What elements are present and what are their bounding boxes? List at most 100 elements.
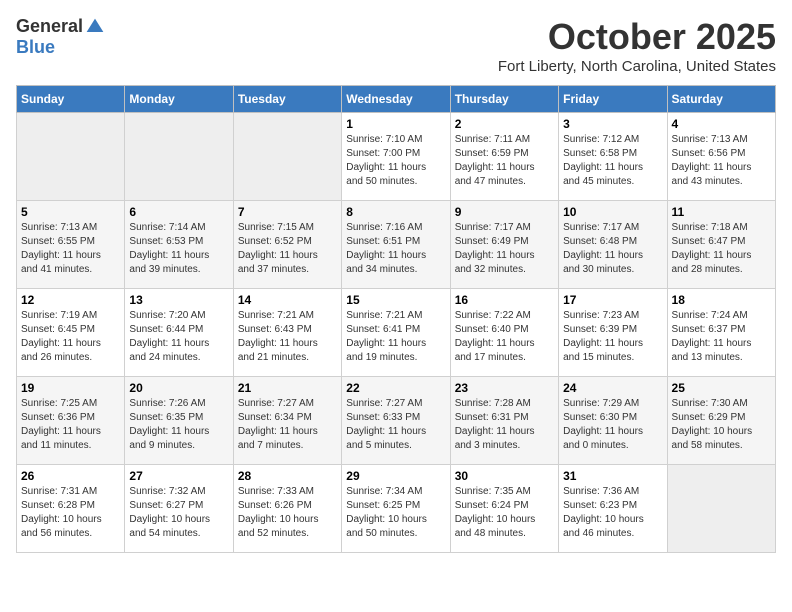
- day-info: Sunrise: 7:19 AM Sunset: 6:45 PM Dayligh…: [21, 309, 120, 365]
- day-number: 21: [238, 381, 337, 395]
- day-number: 10: [563, 205, 662, 219]
- day-info: Sunrise: 7:23 AM Sunset: 6:39 PM Dayligh…: [563, 309, 662, 365]
- calendar-cell: 6 Sunrise: 7:14 AM Sunset: 6:53 PM Daylig…: [125, 201, 233, 289]
- calendar-cell: 25 Sunrise: 7:30 AM Sunset: 6:29 PM Dayli…: [667, 377, 775, 465]
- calendar-week-row: 12 Sunrise: 7:19 AM Sunset: 6:45 PM Dayli…: [17, 289, 776, 377]
- day-info: Sunrise: 7:15 AM Sunset: 6:52 PM Dayligh…: [238, 221, 337, 277]
- day-number: 19: [21, 381, 120, 395]
- day-number: 11: [672, 205, 771, 219]
- day-info: Sunrise: 7:25 AM Sunset: 6:36 PM Dayligh…: [21, 397, 120, 453]
- calendar-cell: 16 Sunrise: 7:22 AM Sunset: 6:40 PM Dayli…: [450, 289, 558, 377]
- day-number: 1: [346, 117, 445, 131]
- day-number: 28: [238, 469, 337, 483]
- day-info: Sunrise: 7:21 AM Sunset: 6:43 PM Dayligh…: [238, 309, 337, 365]
- calendar-cell: 15 Sunrise: 7:21 AM Sunset: 6:41 PM Dayli…: [342, 289, 450, 377]
- day-info: Sunrise: 7:14 AM Sunset: 6:53 PM Dayligh…: [129, 221, 228, 277]
- calendar-cell: 18Sunrise: 7:24 AM Sunset: 6:37 PM Dayli…: [667, 289, 775, 377]
- calendar-cell: [233, 113, 341, 201]
- day-header-monday: Monday: [125, 86, 233, 113]
- calendar-cell: 27 Sunrise: 7:32 AM Sunset: 6:27 PM Dayli…: [125, 465, 233, 553]
- day-info: Sunrise: 7:32 AM Sunset: 6:27 PM Dayligh…: [129, 485, 228, 541]
- title-block: October 2025 Fort Liberty, North Carolin…: [498, 16, 776, 75]
- calendar-cell: 23Sunrise: 7:28 AM Sunset: 6:31 PM Dayli…: [450, 377, 558, 465]
- calendar-week-row: 5 Sunrise: 7:13 AM Sunset: 6:55 PM Daylig…: [17, 201, 776, 289]
- calendar-cell: 4Sunrise: 7:13 AM Sunset: 6:56 PM Daylig…: [667, 113, 775, 201]
- day-header-sunday: Sunday: [17, 86, 125, 113]
- day-info: Sunrise: 7:17 AM Sunset: 6:49 PM Dayligh…: [455, 221, 554, 277]
- day-number: 24: [563, 381, 662, 395]
- day-info: Sunrise: 7:17 AM Sunset: 6:48 PM Dayligh…: [563, 221, 662, 277]
- day-number: 2: [455, 117, 554, 131]
- day-info: Sunrise: 7:10 AM Sunset: 7:00 PM Dayligh…: [346, 133, 445, 189]
- day-number: 16: [455, 293, 554, 307]
- day-header-friday: Friday: [559, 86, 667, 113]
- day-header-thursday: Thursday: [450, 86, 558, 113]
- calendar-cell: 7 Sunrise: 7:15 AM Sunset: 6:52 PM Daylig…: [233, 201, 341, 289]
- day-info: Sunrise: 7:21 AM Sunset: 6:41 PM Dayligh…: [346, 309, 445, 365]
- calendar-week-row: 26 Sunrise: 7:31 AM Sunset: 6:28 PM Dayli…: [17, 465, 776, 553]
- day-info: Sunrise: 7:27 AM Sunset: 6:33 PM Dayligh…: [346, 397, 445, 453]
- day-number: 26: [21, 469, 120, 483]
- day-number: 15: [346, 293, 445, 307]
- day-number: 27: [129, 469, 228, 483]
- day-info: Sunrise: 7:34 AM Sunset: 6:25 PM Dayligh…: [346, 485, 445, 541]
- calendar-cell: 28 Sunrise: 7:33 AM Sunset: 6:26 PM Dayli…: [233, 465, 341, 553]
- day-info: Sunrise: 7:22 AM Sunset: 6:40 PM Dayligh…: [455, 309, 554, 365]
- day-number: 20: [129, 381, 228, 395]
- day-info: Sunrise: 7:31 AM Sunset: 6:28 PM Dayligh…: [21, 485, 120, 541]
- calendar-header-row: SundayMondayTuesdayWednesdayThursdayFrid…: [17, 86, 776, 113]
- calendar-cell: 20Sunrise: 7:26 AM Sunset: 6:35 PM Dayli…: [125, 377, 233, 465]
- calendar-cell: 1 Sunrise: 7:10 AM Sunset: 7:00 PM Daylig…: [342, 113, 450, 201]
- calendar-cell: 21 Sunrise: 7:27 AM Sunset: 6:34 PM Dayli…: [233, 377, 341, 465]
- day-number: 14: [238, 293, 337, 307]
- day-number: 29: [346, 469, 445, 483]
- day-info: Sunrise: 7:13 AM Sunset: 6:55 PM Dayligh…: [21, 221, 120, 277]
- location-subtitle: Fort Liberty, North Carolina, United Sta…: [498, 58, 776, 75]
- day-info: Sunrise: 7:30 AM Sunset: 6:29 PM Dayligh…: [672, 397, 771, 453]
- day-number: 6: [129, 205, 228, 219]
- day-number: 17: [563, 293, 662, 307]
- day-info: Sunrise: 7:35 AM Sunset: 6:24 PM Dayligh…: [455, 485, 554, 541]
- calendar-cell: 3Sunrise: 7:12 AM Sunset: 6:58 PM Daylig…: [559, 113, 667, 201]
- day-number: 12: [21, 293, 120, 307]
- calendar-cell: 19 Sunrise: 7:25 AM Sunset: 6:36 PM Dayli…: [17, 377, 125, 465]
- day-info: Sunrise: 7:11 AM Sunset: 6:59 PM Dayligh…: [455, 133, 554, 189]
- calendar-table: SundayMondayTuesdayWednesdayThursdayFrid…: [16, 85, 776, 553]
- day-header-wednesday: Wednesday: [342, 86, 450, 113]
- day-info: Sunrise: 7:16 AM Sunset: 6:51 PM Dayligh…: [346, 221, 445, 277]
- calendar-cell: 5 Sunrise: 7:13 AM Sunset: 6:55 PM Daylig…: [17, 201, 125, 289]
- day-info: Sunrise: 7:12 AM Sunset: 6:58 PM Dayligh…: [563, 133, 662, 189]
- day-number: 8: [346, 205, 445, 219]
- calendar-cell: 12 Sunrise: 7:19 AM Sunset: 6:45 PM Dayli…: [17, 289, 125, 377]
- day-info: Sunrise: 7:27 AM Sunset: 6:34 PM Dayligh…: [238, 397, 337, 453]
- day-number: 13: [129, 293, 228, 307]
- day-header-saturday: Saturday: [667, 86, 775, 113]
- calendar-cell: 2 Sunrise: 7:11 AM Sunset: 6:59 PM Daylig…: [450, 113, 558, 201]
- day-number: 25: [672, 381, 771, 395]
- calendar-week-row: 19 Sunrise: 7:25 AM Sunset: 6:36 PM Dayli…: [17, 377, 776, 465]
- calendar-cell: 30 Sunrise: 7:35 AM Sunset: 6:24 PM Dayli…: [450, 465, 558, 553]
- calendar-cell: 29 Sunrise: 7:34 AM Sunset: 6:25 PM Dayli…: [342, 465, 450, 553]
- calendar-cell: [667, 465, 775, 553]
- day-number: 9: [455, 205, 554, 219]
- day-number: 5: [21, 205, 120, 219]
- day-number: 30: [455, 469, 554, 483]
- logo-icon: [85, 17, 105, 37]
- day-number: 4: [672, 117, 771, 131]
- calendar-week-row: 1 Sunrise: 7:10 AM Sunset: 7:00 PM Daylig…: [17, 113, 776, 201]
- calendar-cell: [125, 113, 233, 201]
- day-number: 22: [346, 381, 445, 395]
- calendar-cell: 13Sunrise: 7:20 AM Sunset: 6:44 PM Dayli…: [125, 289, 233, 377]
- logo: General Blue: [16, 16, 105, 58]
- day-info: Sunrise: 7:28 AM Sunset: 6:31 PM Dayligh…: [455, 397, 554, 453]
- day-info: Sunrise: 7:36 AM Sunset: 6:23 PM Dayligh…: [563, 485, 662, 541]
- calendar-cell: 26 Sunrise: 7:31 AM Sunset: 6:28 PM Dayli…: [17, 465, 125, 553]
- day-number: 7: [238, 205, 337, 219]
- day-number: 31: [563, 469, 662, 483]
- day-info: Sunrise: 7:33 AM Sunset: 6:26 PM Dayligh…: [238, 485, 337, 541]
- logo-general-text: General: [16, 16, 83, 37]
- calendar-cell: 31 Sunrise: 7:36 AM Sunset: 6:23 PM Dayli…: [559, 465, 667, 553]
- calendar-cell: 9 Sunrise: 7:17 AM Sunset: 6:49 PM Daylig…: [450, 201, 558, 289]
- calendar-cell: 11Sunrise: 7:18 AM Sunset: 6:47 PM Dayli…: [667, 201, 775, 289]
- calendar-cell: 17 Sunrise: 7:23 AM Sunset: 6:39 PM Dayli…: [559, 289, 667, 377]
